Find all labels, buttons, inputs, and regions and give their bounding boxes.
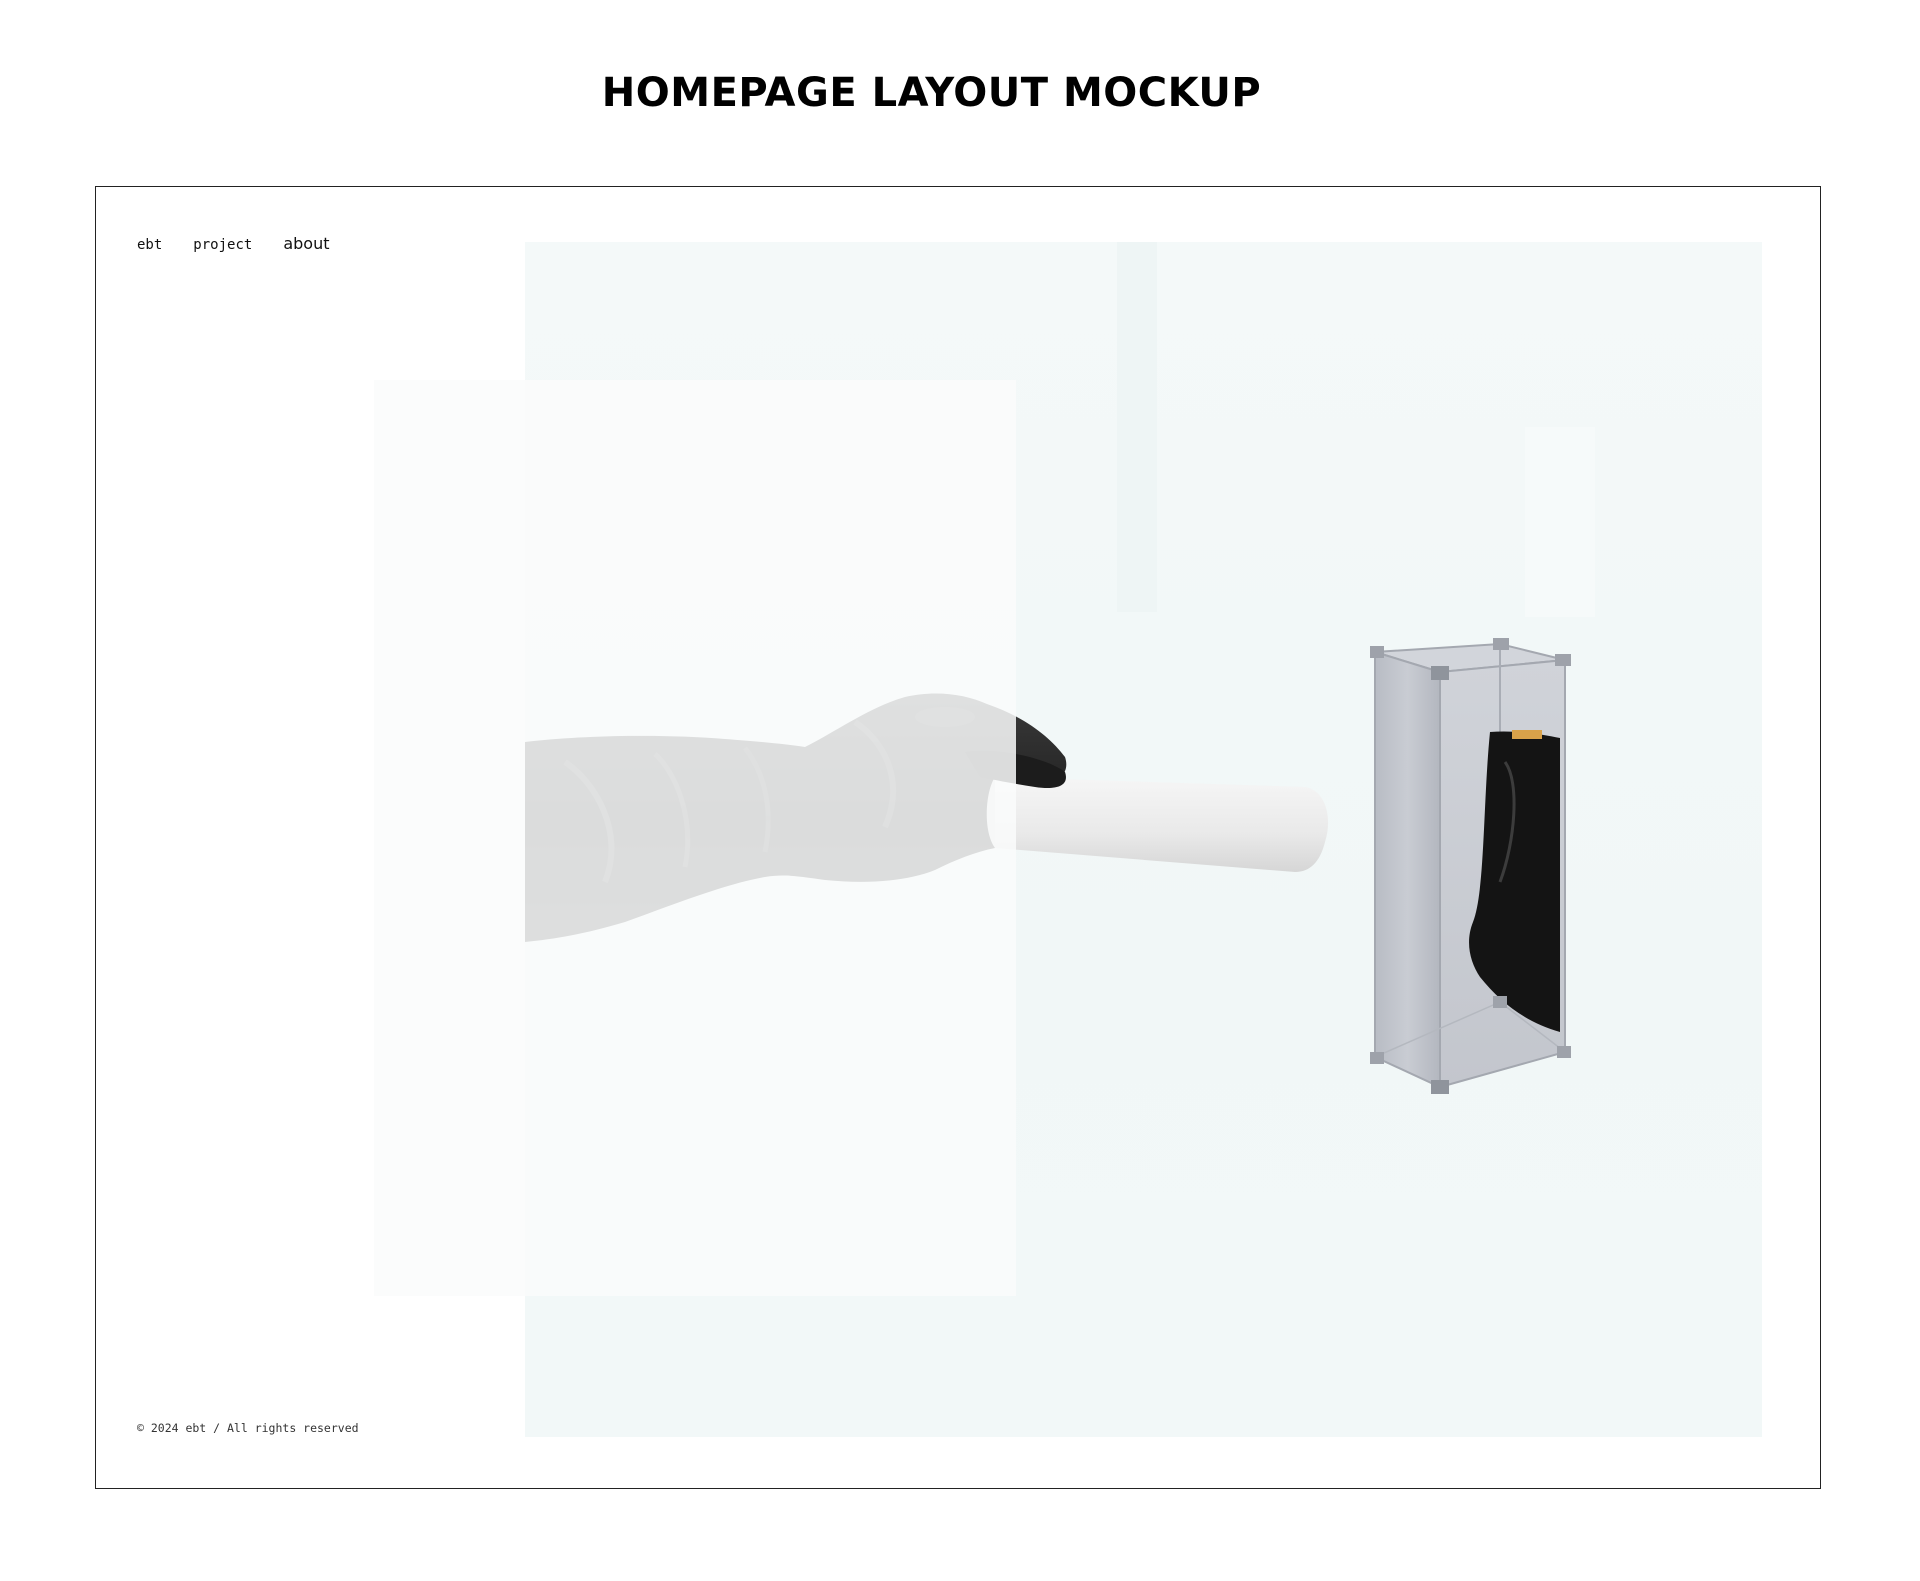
nav-brand-link[interactable]: ebt <box>137 237 162 253</box>
hero-image[interactable] <box>525 242 1762 1437</box>
nav-project-link[interactable]: project <box>193 237 252 253</box>
glove-arm <box>525 693 1067 942</box>
website-frame: ebt project about © 2024 ebt / All right… <box>95 186 1821 1489</box>
site-nav: ebt project about <box>137 234 329 253</box>
acrylic-display-box <box>1370 638 1571 1094</box>
hero-illustration <box>525 242 1595 1094</box>
fabric-roll <box>986 777 1329 872</box>
site-footer: © 2024 ebt / All rights reserved <box>137 1421 359 1435</box>
page-title: HOMEPAGE LAYOUT MOCKUP <box>601 70 1262 116</box>
bg-column <box>1117 242 1157 612</box>
bg-window <box>1525 427 1595 617</box>
nav-about-link[interactable]: about <box>283 234 329 253</box>
